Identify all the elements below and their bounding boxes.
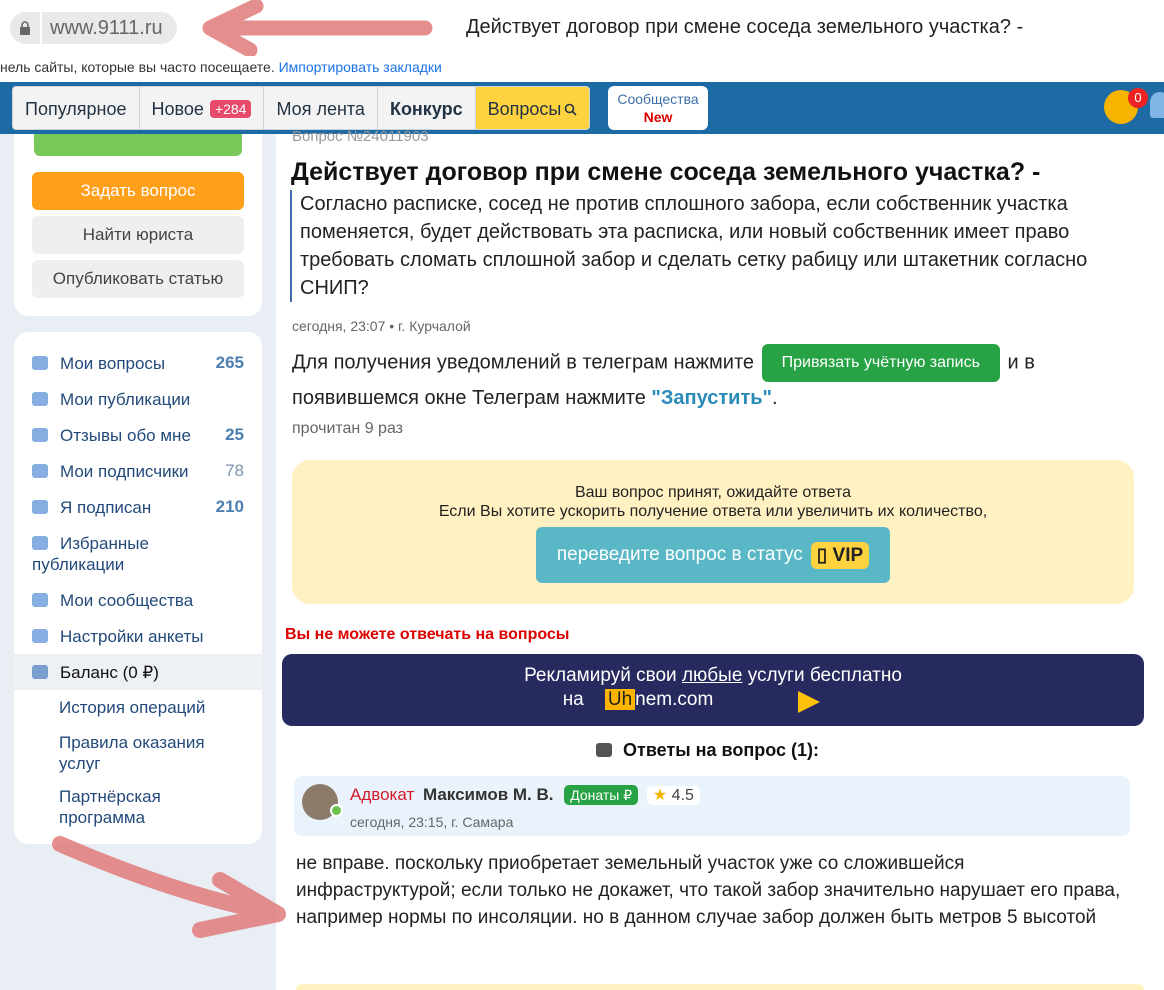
sidebar-item-label: Настройки анкеты [60, 627, 204, 646]
answer-author: Адвокат Максимов М. В. Донаты ₽ ★ 4.5 се… [294, 776, 1130, 836]
question-accepted-box: Ваш вопрос принят, ожидайте ответа Если … [292, 460, 1134, 604]
ad-brand-text: nem.com [635, 689, 714, 710]
bookmarks-hint: нель сайты, которые вы часто посещаете. [0, 59, 275, 75]
answers-heading: Ответы на вопрос (1): [596, 740, 819, 761]
tab-new[interactable]: Новое +284 [139, 87, 265, 129]
author-rating: ★ 4.5 [646, 786, 700, 805]
tab-new-label: Новое [151, 98, 204, 119]
publications-icon [32, 392, 48, 406]
ad-line-2: на Uh nem.com [132, 689, 1144, 711]
find-lawyer-button[interactable]: Найти юриста [32, 216, 244, 254]
sidebar-item-label: Мои сообщества [60, 591, 194, 610]
sidebar-item-count: 265 [215, 353, 244, 372]
ask-question-button[interactable]: Задать вопрос [32, 172, 244, 210]
telegram-launch-link[interactable]: "Запустить" [651, 387, 772, 409]
sidebar-sub-partner[interactable]: Партнёрская программа [59, 786, 209, 828]
people-icon [32, 593, 48, 607]
vip-badge: ▯ VIP [810, 541, 870, 569]
sidebar-item-balance[interactable]: Баланс (0 ₽) [14, 654, 262, 690]
bell-icon[interactable] [1150, 92, 1164, 118]
green-action-button[interactable] [34, 134, 242, 156]
bookmarks-bar: нель сайты, которые вы часто посещаете. … [0, 59, 442, 75]
star-icon: ★ [652, 787, 668, 804]
bottom-strip [296, 984, 1144, 990]
question-text: Согласно расписке, сосед не против сплош… [290, 190, 1138, 302]
author-name[interactable]: Максимов М. В. [423, 785, 554, 804]
author-role[interactable]: Адвокат [350, 785, 414, 804]
accepted-line-2: Если Вы хотите ускорить получение ответа… [438, 503, 988, 520]
sidebar-item-label: Отзывы обо мне [60, 426, 191, 445]
tab-questions-label: Вопросы [487, 98, 562, 119]
search-icon [565, 103, 577, 116]
sidebar-item-count: 25 [225, 425, 244, 444]
no-answer-warning: Вы не можете отвечать на вопросы [285, 626, 570, 643]
sidebar-item-label: Мои публикации [60, 390, 191, 409]
vip-status-button[interactable]: переведите вопрос в статус ▯ VIP [536, 527, 890, 583]
site-nav: Популярное Новое +284 Моя лента Конкурс … [0, 82, 1164, 134]
sidebar-item-label: Я подписан [60, 498, 152, 517]
vip-button-label: переведите вопрос в статус [556, 544, 803, 565]
main-content: Вопрос №24011903 Действует договор при с… [276, 128, 1164, 990]
ad-line-1: Рекламируй свои любые услуги бесплатно [282, 663, 1144, 689]
sidebar-item-count: 210 [215, 497, 244, 516]
sidebar-item-label: Избранные публикации [32, 534, 149, 574]
gear-icon [32, 629, 48, 643]
answers-heading-text: Ответы на вопрос (1): [623, 740, 819, 760]
ad-brand-logo: Uh [604, 689, 636, 710]
sidebar-item-label: Мои подписчики [60, 462, 189, 481]
play-icon [798, 691, 820, 713]
telegram-text-end: . [772, 387, 778, 409]
publish-article-button[interactable]: Опубликовать статью [32, 260, 244, 298]
question-number: Вопрос №24011903 [292, 128, 429, 145]
link-account-button[interactable]: Привязать учётную запись [761, 344, 1000, 382]
donate-button[interactable]: Донаты ₽ [564, 785, 639, 805]
accepted-line-1: Ваш вопрос принят, ожидайте ответа [574, 484, 852, 501]
read-count: прочитан 9 раз [292, 420, 404, 437]
ad-banner[interactable]: Рекламируй свои любые услуги бесплатно н… [282, 654, 1144, 726]
sidebar-item-count: 78 [225, 461, 244, 480]
telegram-text-before: Для получения уведомлений в телеграм наж… [292, 351, 755, 374]
tab-contest[interactable]: Конкурс [377, 87, 476, 129]
ad-text-2: услуги бесплатно [747, 665, 902, 686]
question-icon [32, 356, 48, 370]
reviews-icon [32, 428, 48, 442]
notification-count: 0 [1128, 88, 1148, 108]
chart-icon [32, 500, 48, 514]
rating-value: 4.5 [671, 787, 694, 804]
ad-underline: любые [681, 665, 743, 686]
lock-icon[interactable] [10, 12, 40, 44]
question-title: Действует договор при смене соседа земел… [291, 158, 1041, 186]
telegram-prompt: Для получения уведомлений в телеграм наж… [292, 344, 1132, 415]
balance-label: Баланс (0 ₽) [60, 663, 159, 682]
annotation-arrow-bottom [52, 836, 286, 938]
browser-page-title: Действует договор при смене соседа земел… [466, 16, 1024, 38]
sidebar-actions: Задать вопрос Найти юриста Опубликовать … [14, 134, 262, 316]
address-bar[interactable]: www.9111.ru [10, 12, 177, 44]
tab-popular[interactable]: Популярное [13, 87, 140, 129]
chart-icon [32, 464, 48, 478]
ad-text-1: Рекламируй свои [524, 665, 677, 686]
browser-toolbar: www.9111.ru Действует договор при смене … [0, 0, 1164, 82]
answer-text: не вправе. поскольку приобретает земельн… [296, 853, 1121, 928]
ad-text-3: на [562, 689, 584, 710]
new-count-badge: +284 [209, 100, 252, 118]
communities-label: Сообщества [617, 91, 699, 107]
author-line: Адвокат Максимов М. В. Донаты ₽ ★ 4.5 [350, 785, 700, 805]
vip-label: VIP [832, 544, 864, 566]
online-status-icon [330, 804, 343, 817]
comments-icon [596, 743, 612, 757]
tab-questions[interactable]: Вопросы [475, 87, 590, 129]
sidebar-menu: Мои вопросы 265 Мои публикации Отзывы об… [14, 332, 262, 844]
tab-my-feed[interactable]: Моя лента [264, 87, 378, 129]
communities-new-badge: New [643, 109, 673, 125]
answer-meta: сегодня, 23:15, г. Самара [350, 814, 514, 830]
sidebar-item-label: Мои вопросы [60, 354, 166, 373]
question-meta: сегодня, 23:07 • г. Курчалой [292, 318, 471, 334]
url-text[interactable]: www.9111.ru [42, 12, 177, 44]
communities-button[interactable]: Сообщества New [608, 86, 708, 130]
nav-tabs: Популярное Новое +284 Моя лента Конкурс … [12, 86, 591, 130]
import-bookmarks-link[interactable]: Импортировать закладки [279, 59, 442, 75]
wallet-icon [32, 665, 48, 679]
sidebar-sub-rules[interactable]: Правила оказания услуг [59, 732, 239, 774]
